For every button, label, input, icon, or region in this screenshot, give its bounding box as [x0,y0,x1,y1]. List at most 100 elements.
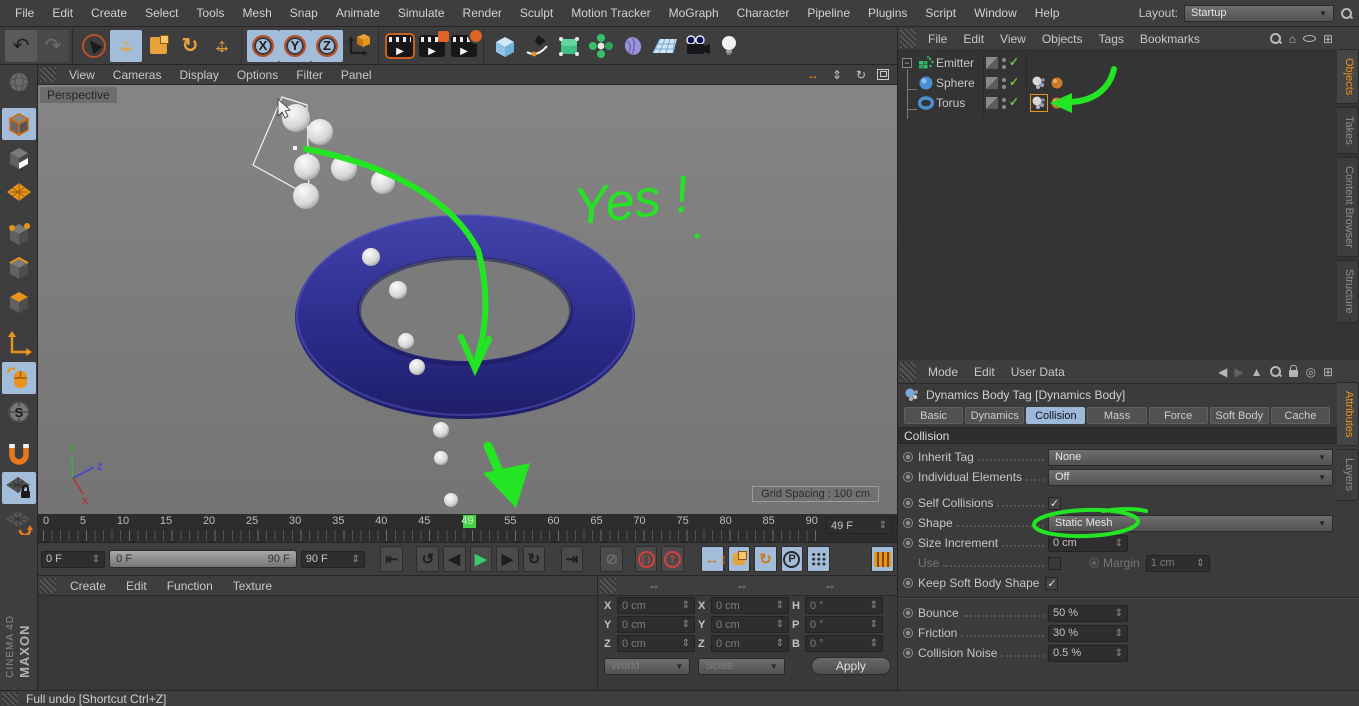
lock-icon[interactable] [1289,365,1299,377]
lock-y-axis-button[interactable]: Y [279,29,311,62]
menu-select[interactable]: Select [136,6,187,20]
menu-character[interactable]: Character [728,6,799,20]
position-z-field[interactable]: 0 cm ⇕ [617,635,695,652]
apply-button[interactable]: Apply [810,657,891,675]
tab-structure[interactable]: Structure [1337,259,1359,323]
previous-frame-button[interactable]: ◀ [443,546,466,572]
material-menu-create[interactable]: Create [60,579,116,593]
viewport-menu-filter[interactable]: Filter [287,68,332,82]
scale-z-field[interactable]: 0 cm ⇕ [711,635,789,652]
history-back-icon[interactable]: ◀ [1218,365,1227,379]
enabled-check-icon[interactable]: ✓ [1009,95,1019,109]
frame-range-slider[interactable]: 0 F 90 F [109,550,297,568]
home-icon[interactable]: ⌂ [1289,32,1296,46]
rotation-b-field[interactable]: 0 ° ⇕ [805,635,883,652]
panel-grip[interactable] [900,29,916,48]
enabled-check-icon[interactable]: ✓ [1009,75,1019,89]
position-x-field[interactable]: 0 cm ⇕ [617,597,695,614]
anim-bullet[interactable] [1089,558,1099,568]
make-editable-button[interactable] [2,66,36,98]
stepper-icon[interactable]: ⇕ [1111,608,1123,619]
next-key-button[interactable]: ↻ [522,546,546,572]
object-row-emitter[interactable]: − Emitter ✓ [898,53,1359,73]
search-icon[interactable] [1340,7,1353,20]
axis-mode-button[interactable] [2,328,36,360]
model-mode-button[interactable] [1,108,36,140]
object-row-torus[interactable]: Torus ✓ [898,93,1359,113]
coordinate-system-button[interactable] [343,30,375,62]
om-menu-bookmarks[interactable]: Bookmarks [1132,32,1208,46]
record-rotation-button[interactable]: ↻ [754,546,777,572]
anim-bullet[interactable] [903,472,913,482]
floor-environment-button[interactable] [649,30,681,62]
panel-grip[interactable] [600,578,616,593]
anim-bullet[interactable] [903,498,913,508]
lock-workplane-button[interactable] [1,472,36,504]
om-menu-edit[interactable]: Edit [955,32,992,46]
tab-attributes[interactable]: Attributes [1337,382,1359,447]
search-icon[interactable] [1269,32,1282,45]
play-button[interactable]: ▶ [469,546,493,572]
edges-mode-button[interactable] [2,252,36,284]
render-settings-button[interactable]: ▶ [448,29,482,62]
material-list-empty[interactable] [38,596,597,689]
viewport-rotate-icon[interactable]: ↻ [853,68,869,82]
menu-window[interactable]: Window [965,6,1026,20]
transform-mode-dropdown[interactable]: Scale ▼ [698,657,785,675]
workplane-button[interactable] [2,506,36,538]
anim-bullet[interactable] [903,578,913,588]
bounce-field[interactable]: 50 % ⇕ [1048,604,1128,622]
anim-bullet[interactable] [903,648,913,658]
attr-menu-mode[interactable]: Mode [920,365,966,379]
anim-bullet[interactable] [903,452,913,462]
lock-x-axis-button[interactable]: X [247,29,279,62]
goto-start-button[interactable]: ⇤ [380,546,403,572]
points-mode-button[interactable] [2,218,36,250]
viewport-pan-icon[interactable]: ↔ [805,68,821,82]
tab-collision[interactable]: Collision [1026,407,1086,424]
keep-soft-body-shape-checkbox[interactable]: ✓ [1045,576,1059,590]
tab-content-browser[interactable]: Content Browser [1337,157,1359,257]
coordinate-space-dropdown[interactable]: World ▼ [604,657,691,675]
menu-edit[interactable]: Edit [43,6,82,20]
tweak-mode-button[interactable] [1,362,36,394]
menu-tools[interactable]: Tools [187,6,233,20]
visibility-dots[interactable] [1002,78,1006,89]
shape-dropdown[interactable]: Static Mesh ▼ [1048,514,1333,532]
menu-plugins[interactable]: Plugins [859,6,916,20]
collapse-icon[interactable]: − [902,58,912,68]
material-tag-icon[interactable] [1050,95,1064,111]
om-menu-objects[interactable]: Objects [1034,32,1091,46]
rotation-p-field[interactable]: 0 ° ⇕ [805,616,883,633]
stepper-icon[interactable]: ⇕ [1192,558,1204,569]
object-row-sphere[interactable]: Sphere ✓ [898,73,1359,93]
camera-button[interactable] [681,30,713,62]
target-icon[interactable]: ◎ [1305,365,1315,379]
lock-z-axis-button[interactable]: Z [311,29,343,62]
add-cube-button[interactable] [489,30,521,62]
om-menu-tags[interactable]: Tags [1091,32,1132,46]
stepper-icon[interactable]: ⇕ [1111,628,1123,639]
anim-bullet[interactable] [903,518,913,528]
om-menu-view[interactable]: View [992,32,1034,46]
previous-key-button[interactable]: ↺ [416,546,440,572]
history-forward-icon[interactable]: ▶ [1234,365,1243,379]
collision-noise-field[interactable]: 0.5 % ⇕ [1048,644,1128,662]
record-parameter-button[interactable]: P [780,546,804,572]
scale-y-field[interactable]: 0 cm ⇕ [711,616,789,633]
polygons-mode-button[interactable] [2,286,36,318]
viewport-maximize-icon[interactable] [877,69,889,80]
anim-bullet[interactable] [903,608,913,618]
recent-tool-button[interactable]: ↔ ↕ [206,30,238,62]
texture-mode-button[interactable] [2,142,36,174]
material-menu-edit[interactable]: Edit [116,579,157,593]
autokey-button[interactable]: ( ) [634,546,658,572]
layer-swatch[interactable] [986,77,998,89]
search-icon[interactable] [1269,365,1282,378]
tab-cache[interactable]: Cache [1270,407,1330,424]
light-button[interactable] [713,30,745,62]
menu-file[interactable]: File [6,6,43,20]
current-frame-field[interactable]: 49 F ⇕ [826,517,892,534]
anim-bullet[interactable] [903,628,913,638]
move-tool-button[interactable]: ↔ ↕ [110,29,142,62]
